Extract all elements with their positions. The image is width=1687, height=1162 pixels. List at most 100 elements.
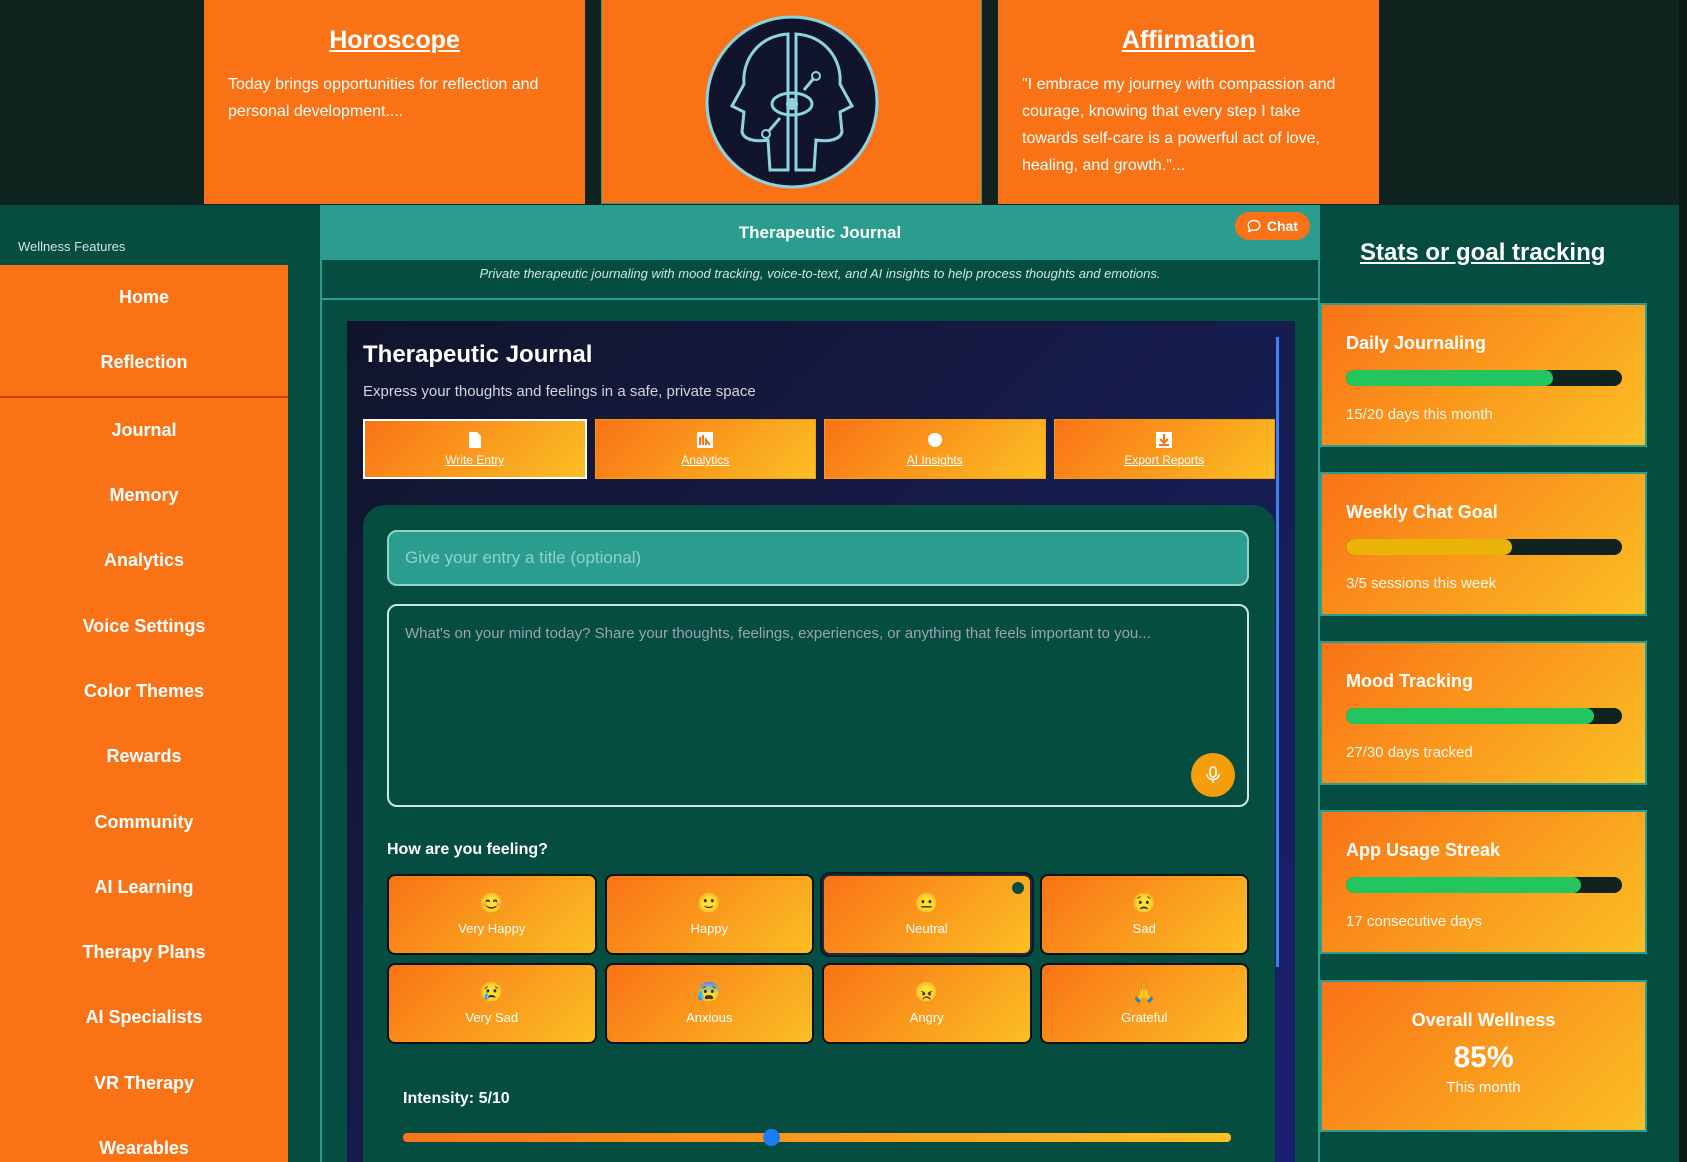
wellness-value: 85%	[1453, 1041, 1514, 1074]
journal-scrollbar[interactable]	[1276, 337, 1279, 967]
stat-card-mood-tracking: Mood Tracking 27/30 days tracked	[1320, 641, 1647, 785]
mood-anxious[interactable]: 😰 Anxious	[604, 963, 814, 1044]
stat-subtext: 17 consecutive days	[1346, 913, 1482, 930]
sidebar-item-community[interactable]: Community	[0, 789, 288, 854]
entry-form: How are you feeling? 😊 Very Happy 🙂 Happ…	[363, 505, 1275, 1162]
stat-title: Daily Journaling	[1346, 333, 1487, 353]
tab-label: Write Entry	[445, 453, 505, 467]
mood-label: Sad	[1132, 921, 1156, 936]
microphone-icon	[1206, 766, 1220, 783]
mood-label: Angry	[909, 1010, 944, 1025]
intensity-slider[interactable]	[403, 1129, 1231, 1146]
mood-label: Very Happy	[458, 921, 526, 936]
journal-description: Express your thoughts and feelings in a …	[363, 383, 756, 400]
voice-input-button[interactable]	[1191, 753, 1235, 797]
mood-happy[interactable]: 🙂 Happy	[604, 874, 814, 955]
stat-subtext: 27/30 days tracked	[1346, 744, 1473, 761]
sidebar-item-wearables[interactable]: Wearables	[0, 1116, 288, 1162]
sidebar-item-voice-settings[interactable]: Voice Settings	[0, 593, 288, 658]
sidebar-item-rewards[interactable]: Rewards	[0, 724, 288, 789]
sidebar-header: Wellness Features	[18, 239, 126, 254]
entry-title-input[interactable]	[387, 530, 1249, 586]
journal-title: Therapeutic Journal	[363, 341, 593, 368]
sidebar-item-ai-learning[interactable]: AI Learning	[0, 855, 288, 920]
progress-bar	[1346, 708, 1622, 724]
brain-icon	[927, 433, 942, 447]
stat-subtext: 15/20 days this month	[1346, 406, 1493, 423]
tab-write-entry[interactable]: Write Entry	[363, 419, 587, 479]
sidebar-nav: Home Reflection Journal Memory Analytics…	[0, 265, 288, 1162]
angry-face-icon: 😠	[914, 982, 940, 1004]
entry-body-textarea[interactable]	[387, 604, 1249, 807]
intensity-slider-thumb[interactable]	[762, 1129, 780, 1146]
sidebar-item-home[interactable]: Home	[0, 265, 288, 330]
chat-button-label: Chat	[1266, 218, 1298, 234]
sidebar-item-ai-specialists[interactable]: AI Specialists	[0, 985, 288, 1050]
stat-card-weekly-chat-goal: Weekly Chat Goal 3/5 sessions this week	[1320, 472, 1647, 616]
main-subtitle: Private therapeutic journaling with mood…	[322, 260, 1318, 300]
worried-face-icon: 😟	[1131, 893, 1157, 915]
stat-card-daily-journaling: Daily Journaling 15/20 days this month	[1320, 303, 1647, 447]
horoscope-text: Today brings opportunities for reflectio…	[228, 76, 539, 120]
stats-title[interactable]: Stats or goal tracking	[1320, 205, 1687, 267]
mood-label: Neutral	[905, 921, 948, 936]
intensity-label: Intensity: 5/10	[403, 1090, 510, 1107]
chat-bubble-icon	[1247, 219, 1261, 233]
praying-hands-icon: 🙏	[1131, 982, 1157, 1004]
main-header-title: Therapeutic Journal	[738, 222, 902, 242]
logo-card	[601, 0, 982, 204]
tab-label: AI Insights	[906, 453, 963, 467]
crying-face-icon: 😢	[479, 982, 505, 1004]
brain-logo-icon	[705, 15, 878, 188]
top-banner: Horoscope Today brings opportunities for…	[0, 0, 1687, 205]
mood-very-sad[interactable]: 😢 Very Sad	[387, 963, 597, 1044]
progress-bar	[1346, 539, 1622, 555]
mood-selector: 😊 Very Happy 🙂 Happy 😐 Neutral 😟 Sad 😢 V…	[387, 874, 1249, 1044]
mood-sad[interactable]: 😟 Sad	[1039, 874, 1249, 955]
affirmation-title[interactable]: Affirmation	[998, 26, 1379, 55]
sidebar-item-analytics[interactable]: Analytics	[0, 528, 288, 593]
wellness-title: Overall Wellness	[1411, 1010, 1556, 1030]
document-icon	[468, 432, 481, 448]
main-header: Therapeutic Journal Chat	[322, 205, 1318, 260]
affirmation-text: "I embrace my journey with compassion an…	[1022, 76, 1336, 174]
mood-label: Happy	[690, 921, 729, 936]
tab-ai-insights[interactable]: AI Insights	[824, 419, 1046, 479]
selected-indicator	[1011, 882, 1024, 894]
wellness-subtext: This month	[1446, 1079, 1521, 1096]
mood-angry[interactable]: 😠 Angry	[822, 963, 1032, 1044]
stats-panel: Stats or goal tracking Daily Journaling …	[1320, 205, 1687, 1162]
sidebar-item-vr-therapy[interactable]: VR Therapy	[0, 1051, 288, 1116]
journal-tabs: Write Entry Analytics AI Insights Export…	[363, 419, 1275, 479]
sidebar-item-memory[interactable]: Memory	[0, 463, 288, 528]
progress-fill	[1346, 708, 1595, 724]
sidebar-item-color-themes[interactable]: Color Themes	[0, 659, 288, 724]
mood-very-happy[interactable]: 😊 Very Happy	[387, 874, 597, 955]
stat-title: App Usage Streak	[1346, 840, 1501, 860]
horoscope-card: Horoscope Today brings opportunities for…	[204, 0, 585, 204]
tab-export-reports[interactable]: Export Reports	[1053, 419, 1275, 479]
journal-panel: Therapeutic Journal Express your thought…	[347, 321, 1295, 1162]
slight-smile-icon: 🙂	[696, 893, 722, 915]
progress-fill	[1346, 539, 1512, 555]
chat-button[interactable]: Chat	[1234, 212, 1310, 240]
tab-label: Export Reports	[1124, 453, 1205, 467]
main-panel: Therapeutic Journal Chat Private therape…	[320, 205, 1320, 1162]
window-edge	[1679, 0, 1687, 1162]
smiling-face-icon: 😊	[479, 893, 505, 915]
neutral-face-icon: 😐	[914, 893, 940, 915]
tab-label: Analytics	[681, 453, 730, 467]
progress-fill	[1346, 370, 1553, 386]
progress-fill	[1346, 877, 1581, 893]
horoscope-title[interactable]: Horoscope	[204, 26, 585, 55]
sidebar-item-journal[interactable]: Journal	[0, 398, 288, 463]
sidebar-item-therapy-plans[interactable]: Therapy Plans	[0, 920, 288, 985]
mood-neutral[interactable]: 😐 Neutral	[822, 874, 1032, 955]
affirmation-card: Affirmation "I embrace my journey with c…	[998, 0, 1379, 204]
mood-grateful[interactable]: 🙏 Grateful	[1039, 963, 1249, 1044]
mood-label: Anxious	[686, 1010, 733, 1025]
stat-title: Mood Tracking	[1346, 671, 1474, 691]
sidebar-item-reflection[interactable]: Reflection	[0, 330, 288, 395]
download-icon	[1156, 432, 1173, 448]
tab-analytics[interactable]: Analytics	[594, 419, 816, 479]
